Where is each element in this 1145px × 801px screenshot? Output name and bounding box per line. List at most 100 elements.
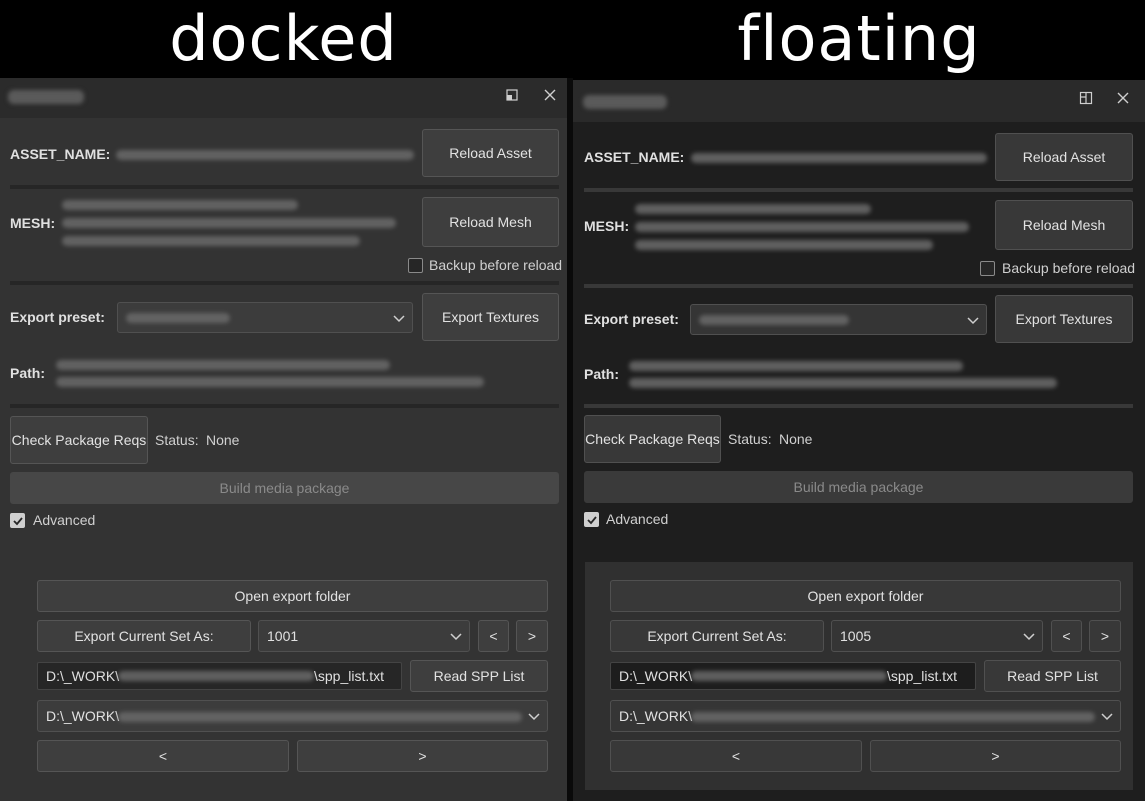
- path-label: Path:: [584, 366, 619, 382]
- status-value: None: [779, 431, 813, 447]
- path-value-redacted: [56, 377, 484, 387]
- bottom-next-button[interactable]: >: [297, 740, 548, 772]
- spp-path-suffix: \spp_list.txt: [314, 668, 385, 684]
- mesh-path-redacted: [62, 236, 360, 246]
- asset-name-label: ASSET_NAME:: [10, 146, 111, 162]
- export-textures-button[interactable]: Export Textures: [995, 295, 1133, 343]
- export-textures-button[interactable]: Export Textures: [422, 293, 559, 341]
- output-path-prefix: D:\_WORK\: [46, 708, 120, 724]
- set-select-value: 1005: [840, 628, 872, 644]
- path-value-redacted: [56, 360, 390, 370]
- advanced-label: Advanced: [606, 511, 669, 527]
- set-select[interactable]: 1005: [831, 620, 1043, 652]
- prev-set-button[interactable]: <: [478, 620, 509, 652]
- path-value-redacted: [629, 361, 963, 371]
- advanced-checkbox[interactable]: [584, 512, 599, 527]
- status-value: None: [206, 432, 240, 448]
- mesh-label: MESH:: [10, 215, 56, 231]
- export-current-set-button[interactable]: Export Current Set As:: [37, 620, 251, 652]
- close-icon[interactable]: [540, 88, 560, 108]
- reload-mesh-button[interactable]: Reload Mesh: [422, 197, 559, 247]
- output-path-prefix: D:\_WORK\: [619, 708, 693, 724]
- spp-path-suffix: \spp_list.txt: [887, 668, 958, 684]
- docked-heading: docked: [169, 2, 398, 75]
- spp-path-redacted: [691, 671, 887, 681]
- spp-list-path-input[interactable]: D:\_WORK\ \spp_list.txt: [37, 662, 402, 690]
- mesh-label: MESH:: [584, 218, 630, 234]
- chevron-down-icon: [449, 629, 463, 643]
- next-set-button[interactable]: >: [1089, 620, 1121, 652]
- check-icon: [13, 517, 23, 526]
- read-spp-list-button[interactable]: Read SPP List: [410, 660, 548, 692]
- export-preset-combo[interactable]: [117, 302, 413, 333]
- export-preset-combo[interactable]: [690, 304, 987, 335]
- asset-name-label: ASSET_NAME:: [584, 149, 685, 165]
- spp-list-path-input[interactable]: D:\_WORK\ \spp_list.txt: [610, 662, 976, 690]
- chevron-down-icon: [966, 313, 980, 327]
- reload-asset-button[interactable]: Reload Asset: [422, 129, 559, 177]
- bottom-next-button[interactable]: >: [870, 740, 1121, 772]
- export-preset-label: Export preset:: [584, 311, 679, 327]
- status-label: Status:: [728, 431, 772, 447]
- backup-label: Backup before reload: [429, 257, 563, 273]
- check-icon: [587, 516, 597, 525]
- open-export-folder-button[interactable]: Open export folder: [610, 580, 1121, 612]
- close-icon[interactable]: [1113, 91, 1133, 111]
- spp-path-redacted: [118, 671, 314, 681]
- panel-title-redacted: [8, 90, 84, 104]
- floating-panel: ASSET_NAME: Reload Asset MESH: Reload Me…: [573, 80, 1145, 801]
- prev-set-button[interactable]: <: [1051, 620, 1082, 652]
- docked-panel: ASSET_NAME: Reload Asset MESH: Reload Me…: [0, 78, 567, 801]
- export-current-set-button[interactable]: Export Current Set As:: [610, 620, 824, 652]
- separator: [584, 404, 1133, 408]
- chevron-down-icon: [1022, 629, 1036, 643]
- read-spp-list-button[interactable]: Read SPP List: [984, 660, 1121, 692]
- chevron-down-icon: [1100, 709, 1114, 723]
- open-export-folder-button[interactable]: Open export folder: [37, 580, 548, 612]
- chevron-down-icon: [392, 311, 406, 325]
- title-bar: [0, 78, 567, 118]
- asset-name-value-redacted: [116, 150, 414, 160]
- set-select-value: 1001: [267, 628, 299, 644]
- floating-heading: floating: [737, 2, 981, 75]
- undock-icon[interactable]: [502, 88, 522, 108]
- separator: [10, 404, 559, 408]
- path-label: Path:: [10, 365, 45, 381]
- status-label: Status:: [155, 432, 199, 448]
- mesh-path-redacted: [62, 200, 298, 210]
- path-value-redacted: [629, 378, 1057, 388]
- mesh-path-redacted: [635, 240, 933, 250]
- backup-label: Backup before reload: [1002, 260, 1136, 276]
- backup-checkbox[interactable]: [408, 258, 423, 273]
- advanced-checkbox[interactable]: [10, 513, 25, 528]
- backup-checkbox[interactable]: [980, 261, 995, 276]
- set-select[interactable]: 1001: [258, 620, 470, 652]
- build-media-package-button[interactable]: Build media package: [10, 472, 559, 504]
- reload-asset-button[interactable]: Reload Asset: [995, 133, 1133, 181]
- output-path-combo[interactable]: D:\_WORK\: [37, 700, 548, 732]
- output-path-redacted: [118, 712, 522, 722]
- output-path-combo[interactable]: D:\_WORK\: [610, 700, 1121, 732]
- separator: [584, 284, 1133, 288]
- bottom-prev-button[interactable]: <: [37, 740, 289, 772]
- spp-path-prefix: D:\_WORK\: [619, 668, 693, 684]
- asset-name-value-redacted: [691, 153, 987, 163]
- chevron-down-icon: [527, 709, 541, 723]
- bottom-prev-button[interactable]: <: [610, 740, 862, 772]
- mesh-path-redacted: [635, 204, 871, 214]
- mesh-path-redacted: [635, 222, 969, 232]
- check-package-reqs-button[interactable]: Check Package Reqs: [10, 416, 148, 464]
- output-path-redacted: [691, 712, 1095, 722]
- next-set-button[interactable]: >: [516, 620, 548, 652]
- mesh-path-redacted: [62, 218, 396, 228]
- advanced-label: Advanced: [33, 512, 96, 528]
- separator: [10, 281, 559, 285]
- separator: [10, 185, 559, 189]
- check-package-reqs-button[interactable]: Check Package Reqs: [584, 415, 721, 463]
- panel-title-redacted: [583, 95, 667, 109]
- title-bar: [573, 80, 1145, 122]
- separator: [584, 188, 1133, 192]
- reload-mesh-button[interactable]: Reload Mesh: [995, 200, 1133, 250]
- build-media-package-button[interactable]: Build media package: [584, 471, 1133, 503]
- dock-icon[interactable]: [1076, 91, 1096, 111]
